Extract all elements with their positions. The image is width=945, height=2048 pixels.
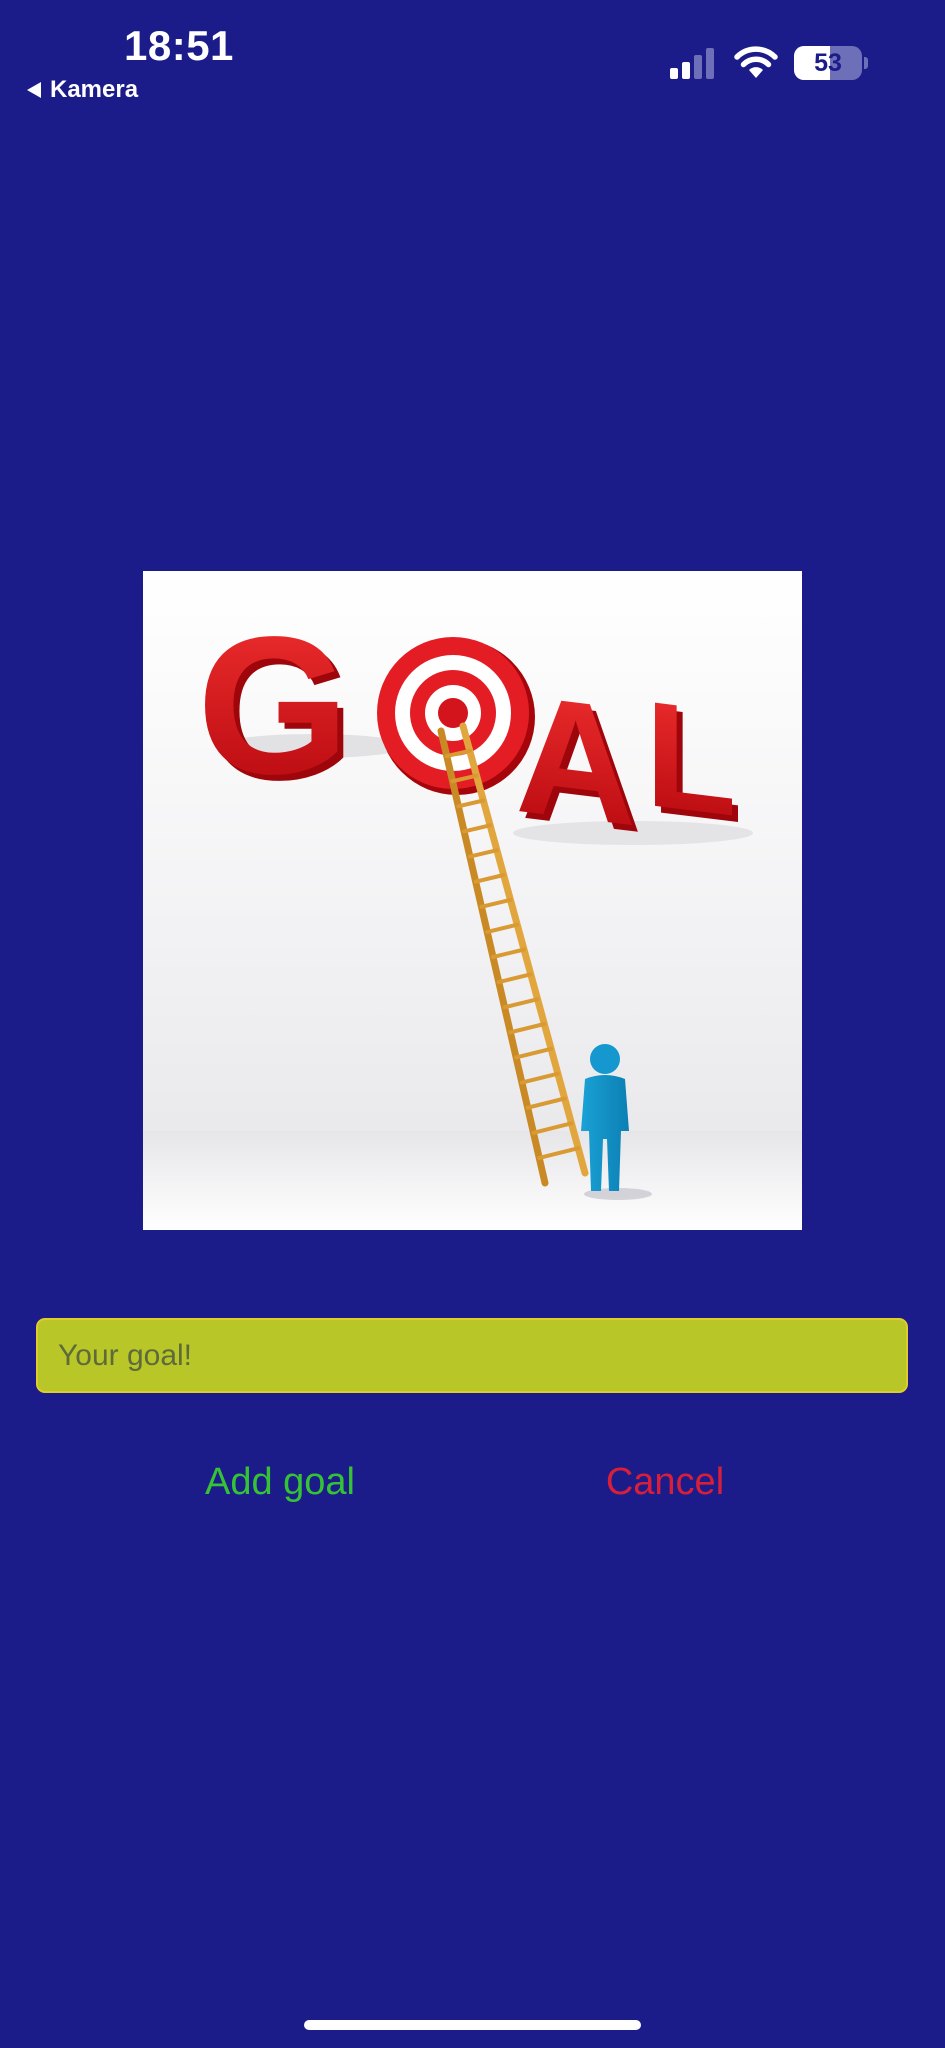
ladder-rung (519, 1071, 560, 1085)
goal-word-g-front: G (197, 596, 349, 815)
ladder-rung (456, 798, 486, 809)
goal-input[interactable] (36, 1318, 908, 1393)
ladder-rung (514, 1046, 554, 1060)
status-bar: 18:51 Kamera 53 (0, 0, 945, 110)
ladder-rung (491, 947, 526, 959)
goal-image: G G A A L L (143, 571, 802, 1230)
ladder-rung (502, 997, 540, 1010)
ladder-rung (525, 1096, 567, 1110)
battery-cap (864, 57, 868, 69)
ladder-rung (496, 972, 533, 985)
goal-target-ladder-illustration: G G A A L L (143, 596, 802, 1230)
add-goal-button[interactable]: Add goal (190, 1452, 370, 1512)
home-indicator[interactable] (304, 2020, 641, 2030)
goal-word-a-front: A (515, 658, 636, 861)
back-link-label: Kamera (50, 76, 139, 103)
target-icon (377, 637, 535, 795)
ladder-rung (467, 848, 499, 859)
ladder-rung (479, 897, 513, 909)
back-to-camera-link[interactable]: Kamera (26, 76, 138, 104)
ladder-rung (508, 1022, 547, 1035)
ladder-rung (473, 873, 506, 884)
battery-icon: 53 (794, 46, 862, 80)
wifi-icon (734, 46, 778, 78)
back-arrow-icon (27, 82, 41, 98)
ladder-rung (485, 922, 520, 934)
cellular-signal-icon (670, 48, 714, 79)
status-time: 18:51 (124, 22, 234, 69)
ladder-rung (462, 823, 493, 834)
goal-word-l-front: L (645, 669, 737, 848)
cancel-button[interactable]: Cancel (585, 1452, 745, 1512)
battery-level: 53 (814, 48, 842, 77)
